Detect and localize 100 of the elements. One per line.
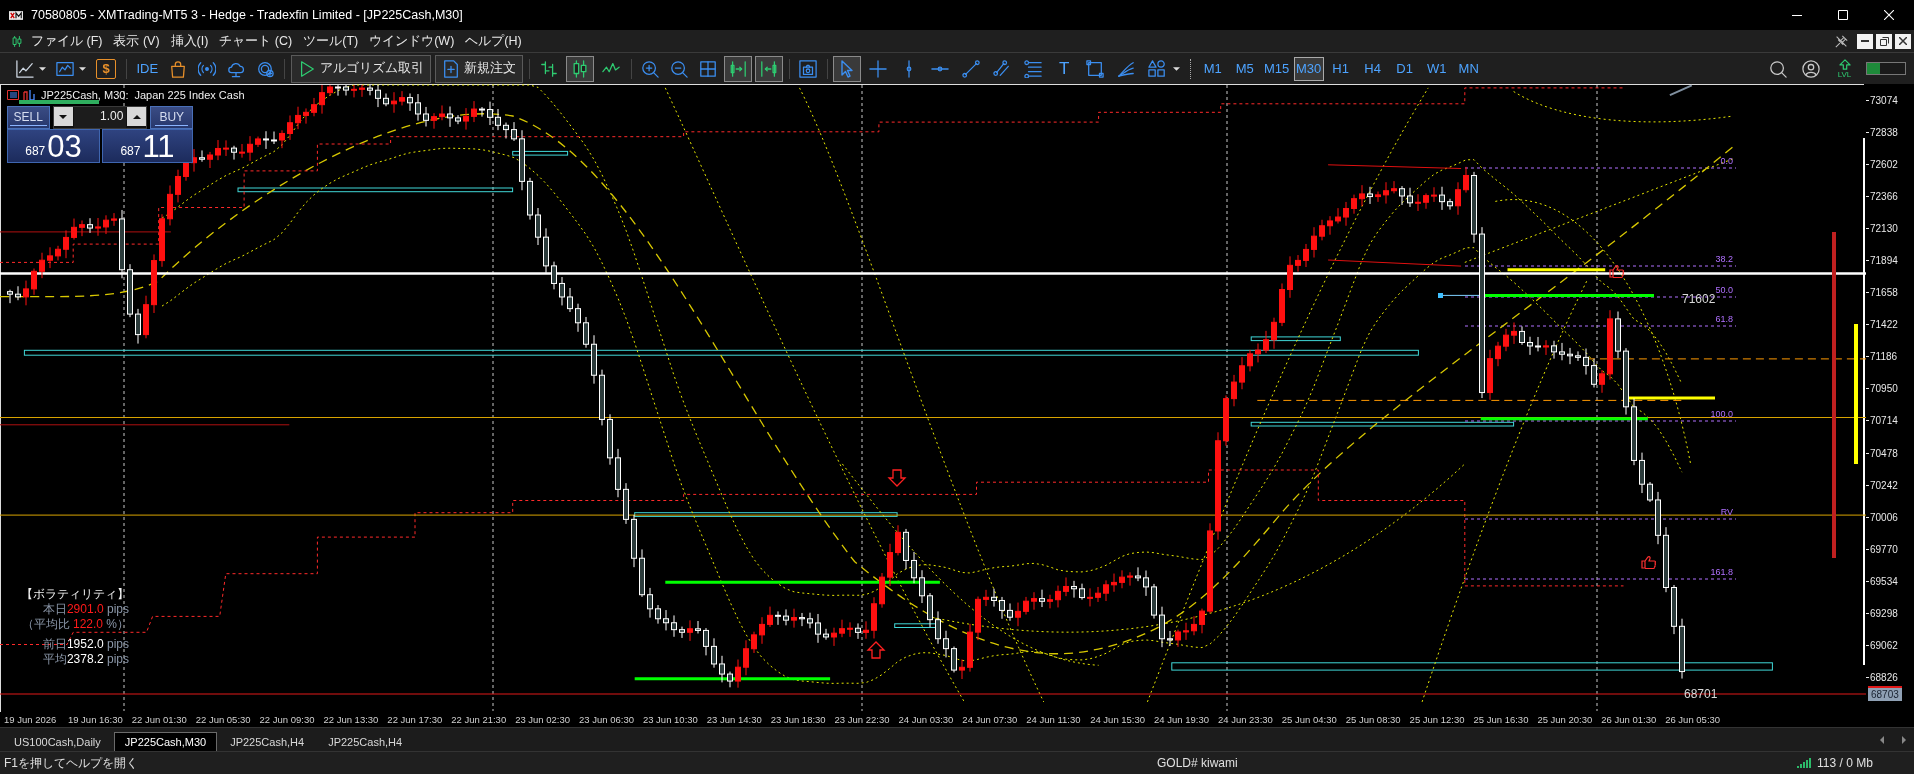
- horizontal-line-icon: [931, 65, 950, 72]
- text-tool-button[interactable]: T: [1050, 55, 1079, 82]
- caret-icon[interactable]: [79, 66, 86, 71]
- scroll-left-icon[interactable]: [1880, 736, 1884, 744]
- globe-plus-icon[interactable]: [256, 59, 275, 78]
- mdi-restore-button[interactable]: [1876, 33, 1892, 49]
- time-axis-label: 19 Jun 16:30: [67, 714, 123, 725]
- zoom-out-icon[interactable]: [670, 59, 689, 78]
- camera-icon[interactable]: [799, 59, 818, 78]
- shopping-bag-icon[interactable]: [169, 59, 188, 78]
- scroll-right-icon[interactable]: [1902, 736, 1906, 744]
- timeframe-button[interactable]: H1: [1325, 56, 1356, 81]
- timeframe-button[interactable]: D1: [1389, 56, 1420, 81]
- algo-trading-button[interactable]: アルゴリズム取引: [290, 54, 431, 83]
- menu-item[interactable]: ファイル (F): [31, 32, 103, 50]
- symbol-label: JP225Cash, M30:: [41, 89, 129, 101]
- mdi-close-button[interactable]: [1895, 33, 1911, 49]
- zoom-in-icon[interactable]: [641, 59, 660, 78]
- price-axis-label: 71422: [1870, 319, 1898, 331]
- time-axis-label: 26 Jun 01:30: [1601, 714, 1657, 725]
- price-axis-label: 72838: [1870, 126, 1898, 138]
- signal-strength-icon: [1797, 758, 1811, 768]
- timeframe-button[interactable]: M5: [1229, 56, 1260, 81]
- price-axis-label: 69534: [1870, 575, 1898, 587]
- time-axis-label: 19 Jun 2026: [4, 714, 57, 725]
- fibonacci-level-label: 161.8: [1710, 567, 1733, 577]
- fibonacci-level-label: RV: [1720, 507, 1733, 517]
- maximize-icon[interactable]: [1838, 10, 1848, 20]
- menu-item[interactable]: ツール(T): [303, 32, 359, 50]
- close-icon[interactable]: [1884, 10, 1894, 20]
- price-axis-label: 71658: [1870, 287, 1898, 299]
- timeframe-button[interactable]: W1: [1421, 56, 1452, 81]
- auto-scroll-button[interactable]: [724, 55, 753, 82]
- timeframe-button[interactable]: M1: [1197, 56, 1228, 81]
- time-axis-label: 24 Jun 23:30: [1217, 714, 1273, 725]
- grid-icon[interactable]: [699, 59, 718, 78]
- level-button[interactable]: LVL: [1830, 55, 1859, 82]
- bars-icon[interactable]: [23, 90, 35, 100]
- sell-button[interactable]: SELL: [7, 106, 50, 129]
- price-axis-label: 72602: [1870, 158, 1898, 170]
- time-axis-label: 24 Jun 11:30: [1026, 714, 1081, 725]
- cursor-icon: [841, 59, 854, 78]
- buy-price-button[interactable]: 687 11: [102, 129, 193, 163]
- buy-button[interactable]: BUY: [150, 106, 193, 129]
- timeframe-button[interactable]: MN: [1453, 56, 1484, 81]
- volatility-stat: 平均2378.2 pips: [42, 652, 129, 667]
- app-logo-icon: [9, 10, 23, 20]
- list-icon[interactable]: [7, 90, 19, 100]
- mdi-minimize-button[interactable]: [1857, 33, 1873, 49]
- search-icon[interactable]: [1768, 59, 1787, 78]
- price-axis-label: 73074: [1870, 94, 1898, 106]
- time-axis-label: 23 Jun 22:30: [834, 714, 890, 725]
- up-arrow-icon: [866, 641, 886, 659]
- volatility-title: 【ボラティリティ】: [21, 587, 129, 602]
- caret-icon[interactable]: [1172, 66, 1180, 71]
- menu-item[interactable]: 挿入(I): [170, 32, 209, 50]
- price-axis-label: 70006: [1870, 511, 1898, 523]
- chart-tab[interactable]: JP225Cash,M30: [113, 732, 218, 751]
- sell-price-button[interactable]: 687 03: [7, 129, 100, 163]
- price-axis-label: 71186: [1870, 351, 1898, 363]
- new-order-button[interactable]: 新規注文: [434, 54, 523, 83]
- timeframe-button[interactable]: M30: [1293, 56, 1324, 81]
- unpin-icon[interactable]: [1835, 34, 1848, 48]
- cursor-button[interactable]: [833, 55, 862, 82]
- account-icon[interactable]: [1801, 59, 1820, 78]
- candlestick-button[interactable]: [566, 55, 595, 82]
- current-price-label: 68703: [1868, 686, 1902, 701]
- price-axis-label: 70714: [1870, 415, 1898, 427]
- hand-icon: [1641, 555, 1657, 570]
- menu-item[interactable]: 表示 (V): [113, 32, 160, 50]
- time-axis-label: 25 Jun 20:30: [1537, 714, 1593, 725]
- price-axis-label: 69062: [1870, 640, 1898, 652]
- line-chart-icon[interactable]: [15, 59, 34, 78]
- time-axis-label: 25 Jun 16:30: [1473, 714, 1529, 725]
- time-axis-label: 24 Jun 03:30: [898, 714, 954, 725]
- menu-item[interactable]: ヘルプ(H): [465, 32, 522, 50]
- time-axis-label: 23 Jun 10:30: [642, 714, 698, 725]
- timeframe-button[interactable]: H4: [1357, 56, 1388, 81]
- menu-item[interactable]: ウインドウ(W): [369, 32, 455, 50]
- chart-shift-button[interactable]: [755, 55, 784, 82]
- time-axis-label: 23 Jun 06:30: [579, 714, 634, 725]
- ide-button[interactable]: IDE: [132, 55, 163, 82]
- trend-line: [1668, 84, 1693, 97]
- time-axis-label: 22 Jun 17:30: [387, 714, 443, 725]
- menu-item[interactable]: チャート (C): [219, 32, 293, 50]
- price-axis-label: 69770: [1870, 543, 1898, 555]
- chart-window-icon[interactable]: [55, 59, 74, 78]
- rectangle-icon: [1086, 59, 1105, 78]
- crosshair-icon: [869, 59, 888, 78]
- time-axis-label: 22 Jun 13:30: [323, 714, 379, 725]
- price-axis-label: 71894: [1870, 255, 1898, 266]
- dollar-button[interactable]: $: [96, 58, 116, 79]
- price-axis-label: 70950: [1870, 383, 1898, 395]
- price-axis-label: 68826: [1870, 672, 1898, 684]
- minimize-icon[interactable]: [1792, 14, 1802, 16]
- fibonacci-level-label: 61.8: [1715, 314, 1733, 324]
- caret-icon[interactable]: [39, 66, 46, 71]
- broadcast-icon[interactable]: [198, 59, 217, 78]
- close-icon: [1899, 37, 1907, 45]
- timeframe-button[interactable]: M15: [1261, 56, 1292, 81]
